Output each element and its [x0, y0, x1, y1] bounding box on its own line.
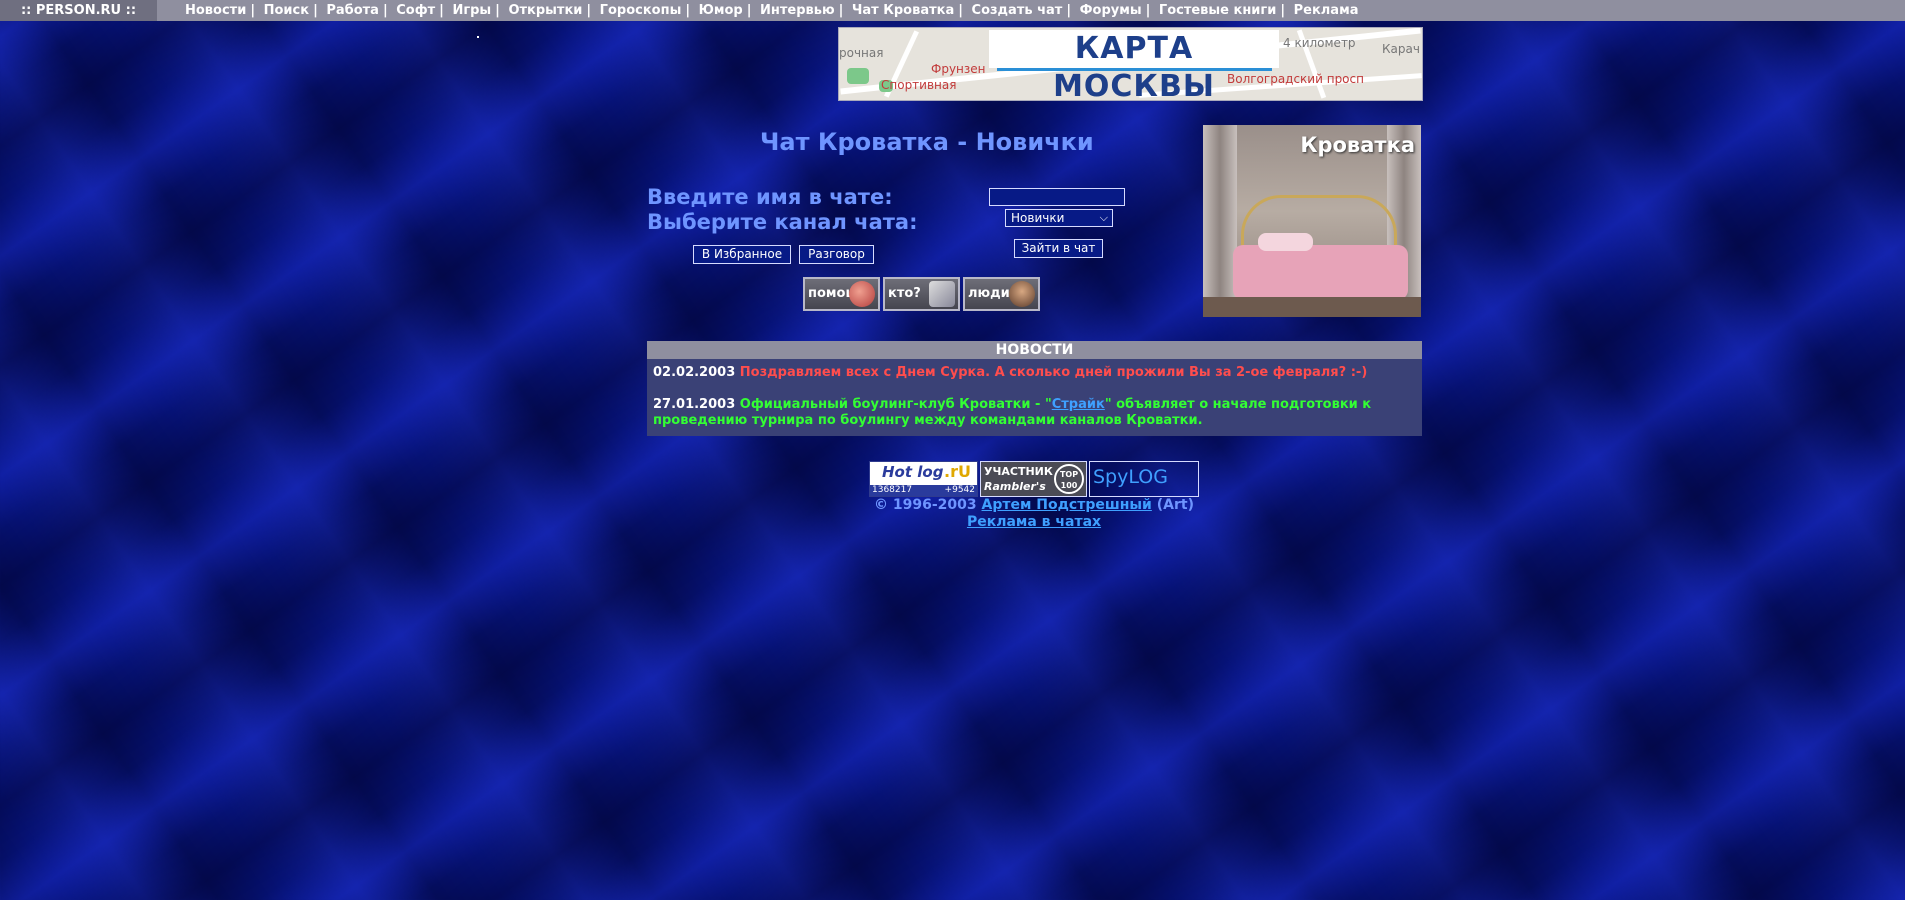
news-item: 02.02.2003 Поздравляем всех с Днем Сурка… — [653, 365, 1413, 381]
copyright-suffix: (Art) — [1151, 497, 1194, 513]
nav-news[interactable]: Новости — [185, 3, 246, 18]
nav-interviews[interactable]: Интервью — [760, 3, 835, 18]
phone-icon — [929, 281, 955, 307]
nav-separator: | — [958, 3, 963, 18]
hotlog-delta: +9542 — [944, 485, 975, 495]
author-link[interactable]: Артем Подстрешный — [982, 497, 1152, 513]
name-label: Введите имя в чате: — [647, 185, 893, 209]
photo-bedspread — [1233, 245, 1408, 300]
nav-cards[interactable]: Открытки — [508, 3, 582, 18]
map-street-label: Фрунзен — [931, 62, 986, 76]
main-nav: Новости | Поиск | Работа | Софт | Игры | Откр… — [185, 0, 1358, 21]
chat-name-input[interactable] — [989, 188, 1125, 206]
nav-separator: | — [838, 3, 844, 18]
photo-floor — [1203, 297, 1421, 317]
moscow-map-banner[interactable]: рочная Фрунзен Спортивная 4 километр Кар… — [838, 27, 1423, 101]
top100-badge: TOP 100 — [1054, 464, 1084, 494]
nav-separator: | — [1280, 3, 1286, 18]
map-banner-title: КАРТА МОСКВЫ — [989, 30, 1279, 100]
nav-separator: | — [685, 3, 691, 18]
person-face-icon — [1009, 281, 1035, 307]
map-street-label: 4 километр — [1283, 36, 1356, 50]
copyright: © 1996-2003 Артем Подстрешный (Art) — [0, 497, 1905, 513]
map-park — [847, 68, 869, 84]
help-button[interactable]: помощь — [803, 277, 880, 311]
map-street-label: Спортивная — [881, 78, 957, 92]
map-street-label: Карач — [1382, 42, 1420, 56]
nav-separator: | — [1066, 3, 1072, 18]
lifebuoy-icon — [849, 281, 875, 307]
ads-link-wrap: Реклама в чатах — [0, 514, 1905, 530]
nav-guestbooks[interactable]: Гостевые книги — [1159, 3, 1276, 18]
top-bar: :: PERSON.RU :: Новости | Поиск | Работа | … — [0, 0, 1905, 21]
nav-separator: | — [746, 3, 752, 18]
photo-caption: Кроватка — [1300, 133, 1415, 157]
nav-separator: | — [382, 3, 388, 18]
nav-jobs[interactable]: Работа — [326, 3, 379, 18]
talk-button[interactable]: Разговор — [799, 245, 874, 264]
hotlog-stats: 1368217 +9542 — [870, 485, 977, 496]
krovatka-photo: Кроватка — [1203, 125, 1421, 317]
nav-chat-krovatka[interactable]: Чат Кроватка — [852, 3, 954, 18]
news-text: Поздравляем всех с Днем Сурка. А сколько… — [739, 365, 1368, 380]
nav-humor[interactable]: Юмор — [699, 3, 743, 18]
chat-title: Чат Кроватка - Новички — [760, 128, 1094, 156]
channel-select-value: Новички — [1011, 211, 1065, 225]
nav-create-chat[interactable]: Создать чат — [972, 3, 1063, 18]
spylog-counter[interactable]: SpyLOG — [1089, 461, 1199, 497]
site-logo[interactable]: :: PERSON.RU :: — [0, 0, 157, 21]
nav-search[interactable]: Поиск — [264, 3, 309, 18]
news-header: НОВОСТИ — [647, 341, 1422, 359]
hotlog-counter[interactable]: Hot log .rU 1368217 +9542 — [869, 461, 978, 497]
nav-forums[interactable]: Форумы — [1080, 3, 1142, 18]
rambler-line1: УЧАСТНИК — [984, 465, 1053, 478]
hotlog-hits: 1368217 — [872, 485, 913, 495]
photo-pillow — [1258, 233, 1313, 251]
rambler-line2: Rambler's — [984, 480, 1046, 493]
people-button[interactable]: люди — [963, 277, 1040, 311]
news-text-before: Официальный боулинг-клуб Кроватки - " — [739, 397, 1052, 412]
nav-ads[interactable]: Реклама — [1294, 3, 1359, 18]
chevron-down-icon: ⌵ — [1099, 211, 1108, 224]
who-label: кто? — [888, 286, 921, 301]
nav-separator: | — [495, 3, 500, 18]
enter-chat-button[interactable]: Зайти в чат — [1014, 239, 1103, 258]
hotlog-ru: .rU — [944, 462, 971, 481]
map-title-underline — [997, 68, 1272, 71]
people-label: люди — [968, 286, 1010, 301]
channel-select[interactable]: Новички ⌵ — [1005, 209, 1113, 227]
nav-separator: | — [439, 3, 444, 18]
news-date: 27.01.2003 — [653, 397, 736, 412]
who-button[interactable]: кто? — [883, 277, 960, 311]
map-street-label: Волгоградский просп — [1227, 72, 1364, 86]
copyright-prefix: © 1996-2003 — [874, 497, 982, 513]
map-street-label: рочная — [839, 46, 884, 60]
news-box: НОВОСТИ 02.02.2003 Поздравляем всех с Дн… — [647, 341, 1422, 436]
nav-separator: | — [1145, 3, 1151, 18]
nav-soft[interactable]: Софт — [396, 3, 435, 18]
nav-horoscopes[interactable]: Гороскопы — [600, 3, 682, 18]
news-text: Официальный боулинг-клуб Кроватки - "Стр… — [653, 397, 1371, 428]
rambler-top100-counter[interactable]: УЧАСТНИК Rambler's TOP 100 — [980, 461, 1087, 497]
nav-separator: | — [313, 3, 318, 18]
photo-curtain — [1203, 125, 1237, 317]
news-item: 27.01.2003 Официальный боулинг-клуб Кров… — [653, 397, 1413, 429]
news-date: 02.02.2003 — [653, 365, 736, 380]
nav-games[interactable]: Игры — [452, 3, 491, 18]
chat-ads-link[interactable]: Реклама в чатах — [967, 514, 1101, 530]
nav-separator: | — [250, 3, 256, 18]
decorative-dot — [477, 36, 479, 38]
strike-club-link[interactable]: Страйк — [1052, 397, 1105, 412]
spylog-alt-text: SpyLOG — [1093, 466, 1168, 488]
nav-separator: | — [586, 3, 592, 18]
hotlog-logo: Hot log — [882, 463, 944, 481]
add-favorites-button[interactable]: В Избранное — [693, 245, 791, 264]
channel-label: Выберите канал чата: — [647, 210, 918, 234]
